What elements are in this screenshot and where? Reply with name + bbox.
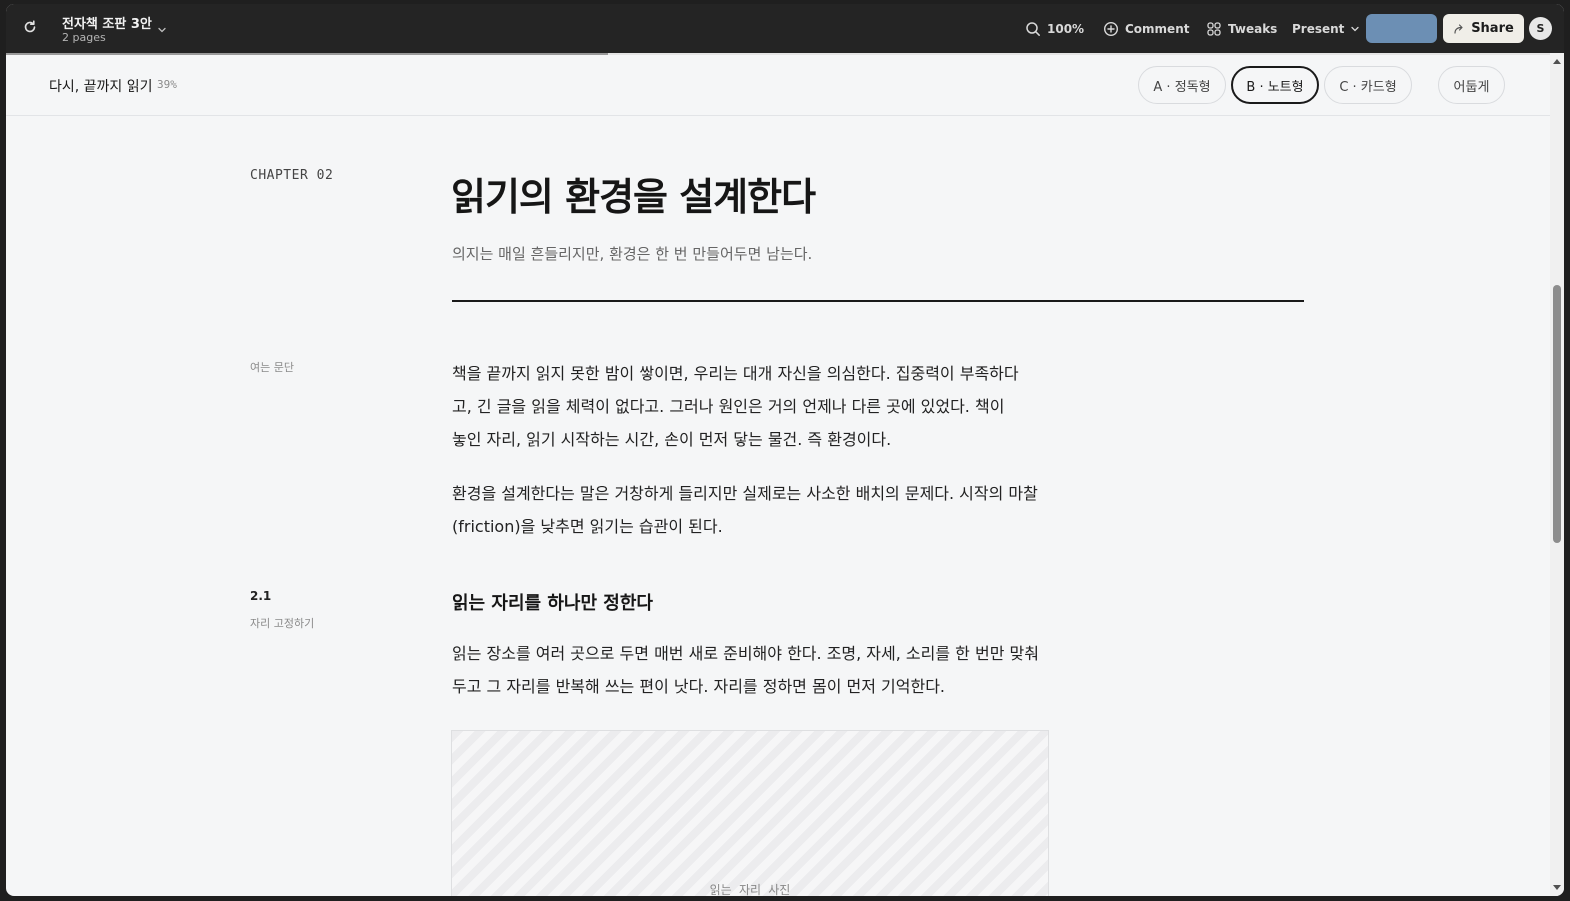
chevron-down-icon (1351, 26, 1360, 32)
scroll-up-icon[interactable] (1553, 59, 1561, 64)
search-icon (1026, 22, 1040, 36)
layout-option-a[interactable]: A · 정독형 (1138, 66, 1226, 104)
layout-option-b[interactable]: B · 노트형 (1231, 66, 1319, 104)
app-window: 전자책 조판 3안 2 pages 100% Comment Tweaks Pr… (6, 4, 1564, 896)
comment-button[interactable]: Comment (1103, 19, 1189, 39)
document-title[interactable]: 전자책 조판 3안 (62, 13, 152, 32)
scroll-down-icon[interactable] (1553, 885, 1561, 890)
scrollbar[interactable] (1550, 53, 1564, 896)
book-title: 다시, 끝까지 읽기 (49, 79, 153, 95)
image-placeholder: 읽는 자리 사진 (451, 730, 1049, 896)
image-caption: 읽는 자리 사진 (709, 883, 791, 896)
chapter-lede: 의지는 매일 흔들리지만, 환경은 한 번 만들어두면 남는다. (452, 245, 813, 263)
scrollbar-thumb[interactable] (1553, 285, 1561, 543)
comment-icon (1103, 21, 1119, 37)
document-page-count: 2 pages (62, 31, 106, 44)
refresh-icon[interactable] (20, 17, 40, 37)
section-heading: 읽는 자리를 하나만 정한다 (452, 593, 653, 614)
section-number: 2.1 (250, 589, 272, 603)
present-button[interactable]: Present (1292, 19, 1360, 39)
paragraph: 책을 끝까지 읽지 못한 밤이 쌓이면, 우리는 대개 자신을 의심한다. 집중… (452, 364, 1019, 449)
chapter-label: CHAPTER 02 (250, 168, 334, 183)
primary-action-button[interactable] (1366, 14, 1437, 43)
zoom-control[interactable]: 100% (1025, 19, 1084, 39)
layout-option-c[interactable]: C · 카드형 (1324, 66, 1412, 104)
share-label: Share (1471, 21, 1514, 36)
tweaks-icon (1207, 22, 1221, 36)
chevron-down-icon[interactable] (157, 20, 167, 39)
present-label: Present (1292, 22, 1345, 36)
reader-header: 다시, 끝까지 읽기 39% A · 정독형 B · 노트형 C · 카드형 어… (6, 55, 1550, 116)
reading-progress-percent: 39% (157, 78, 177, 91)
avatar[interactable]: S (1529, 17, 1552, 40)
dark-mode-toggle[interactable]: 어둡게 (1438, 66, 1505, 104)
comment-label: Comment (1125, 22, 1190, 36)
share-icon (1454, 23, 1463, 34)
paragraph: 환경을 설계한다는 말은 거창하게 들리지만 실제로는 사소한 배치의 문제다.… (452, 484, 1038, 536)
chapter-title: 읽기의 환경을 설계한다 (451, 175, 816, 219)
paragraph: 읽는 장소를 여러 곳으로 두면 매번 새로 준비해야 한다. 조명, 자세, … (452, 644, 1039, 696)
section-note: 자리 고정하기 (250, 617, 315, 630)
opening-paragraph-label: 여는 문단 (250, 361, 294, 374)
tweaks-button[interactable]: Tweaks (1206, 19, 1277, 39)
chapter-content: CHAPTER 02 읽기의 환경을 설계한다 의지는 매일 흔들리지만, 환경… (6, 116, 1550, 896)
title-divider (452, 300, 1304, 302)
share-button[interactable]: Share (1443, 14, 1524, 43)
top-toolbar: 전자책 조판 3안 2 pages 100% Comment Tweaks Pr… (6, 4, 1564, 53)
zoom-level: 100% (1047, 22, 1085, 36)
tweaks-label: Tweaks (1228, 22, 1278, 36)
